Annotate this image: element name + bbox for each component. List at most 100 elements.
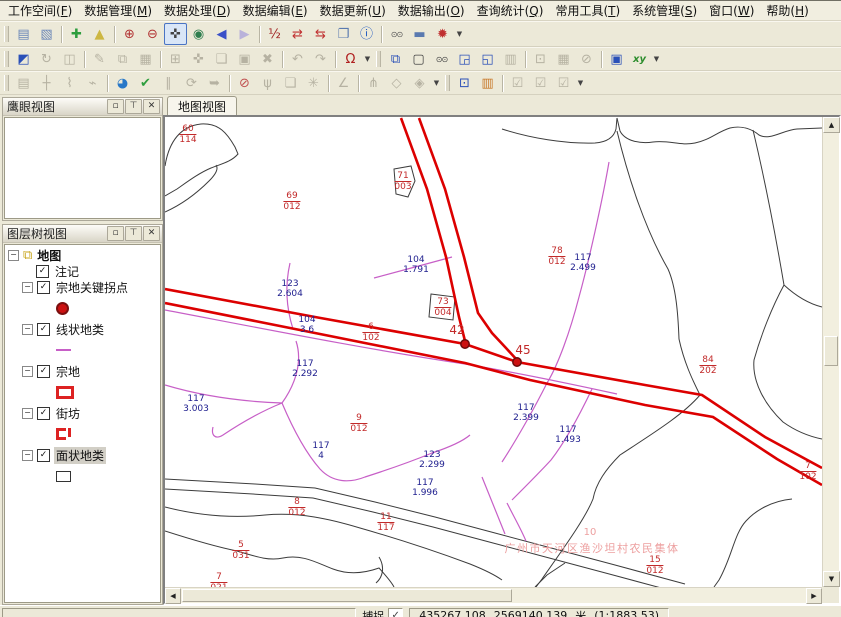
layer-label[interactable]: 注记 <box>53 263 81 280</box>
arc-flow-button[interactable]: ➥ <box>203 72 226 94</box>
new-map-document-button[interactable]: ▤ <box>12 23 35 45</box>
map-canvas[interactable]: 601146901271003780121172.499730046102424… <box>165 117 822 587</box>
menu-item-M[interactable]: 数据管理(M) <box>78 1 158 20</box>
menu-item-F[interactable]: 工作空间(F) <box>2 1 78 20</box>
open-map-document-button[interactable]: ▧ <box>35 23 58 45</box>
zoom-in-button[interactable]: ⊕ <box>118 23 141 45</box>
layer-checkbox[interactable]: ✓ <box>36 265 49 278</box>
topology-rebuild-button[interactable]: ◕ <box>111 72 134 94</box>
horizontal-scroll-thumb[interactable] <box>182 589 512 602</box>
zoom-to-layer-button[interactable]: ◱ <box>476 48 499 70</box>
sketch-pencil-button[interactable]: ✎ <box>88 48 111 70</box>
menu-item-Q[interactable]: 查询统计(Q) <box>471 1 550 20</box>
menu-item-S[interactable]: 系统管理(S) <box>626 1 703 20</box>
polyline-trace-button[interactable]: ∠ <box>332 72 355 94</box>
vertical-scroll-thumb[interactable] <box>824 336 838 366</box>
select-features-button[interactable]: ◩ <box>12 48 35 70</box>
layer-checkbox[interactable]: ✓ <box>37 365 50 378</box>
copy-feature-button[interactable]: ❏ <box>210 48 233 70</box>
layer-checkbox[interactable]: ✓ <box>37 323 50 336</box>
apply-to-window-2-button[interactable]: ☑ <box>529 72 552 94</box>
attribute-table-button[interactable]: ▦ <box>134 48 157 70</box>
explode-entity-button[interactable]: ✳ <box>302 72 325 94</box>
undo-button[interactable]: ↶ <box>286 48 309 70</box>
previous-view-button[interactable]: ◀ <box>210 23 233 45</box>
map-display-button[interactable]: ▲ <box>88 23 111 45</box>
zoom-to-selection-button[interactable]: ◲ <box>453 48 476 70</box>
fixed-scale-button[interactable]: ½ <box>263 23 286 45</box>
apply-to-window-1-button[interactable]: ☑ <box>506 72 529 94</box>
snap-cross-button[interactable]: ┼ <box>35 72 58 94</box>
rotate-anchor-button[interactable]: ⟳ <box>180 72 203 94</box>
move-feature-button[interactable]: ✜ <box>187 48 210 70</box>
layer-label[interactable]: 线状地类 <box>54 321 106 338</box>
refresh-redraw-button[interactable]: ⇄ <box>286 23 309 45</box>
clear-selection-button[interactable]: ⊘ <box>575 48 598 70</box>
menu-item-H[interactable]: 帮助(H) <box>760 1 814 20</box>
delete-feature-button[interactable]: ✖ <box>256 48 279 70</box>
close-icon[interactable]: ✕ <box>143 99 160 114</box>
menu-item-W[interactable]: 窗口(W) <box>703 1 760 20</box>
info-identify-button[interactable]: ⓘ <box>355 23 378 45</box>
pan-tool-button[interactable]: ✜ <box>164 23 187 45</box>
new-data-window-button[interactable]: ▥ <box>499 48 522 70</box>
map-view-window-button[interactable]: ▣ <box>605 48 628 70</box>
toolbar-overflow-icon[interactable]: ▼ <box>362 49 373 69</box>
layer-checkbox[interactable]: ✓ <box>37 281 50 294</box>
expander-icon[interactable]: − <box>8 250 19 261</box>
eagle-eye-view[interactable] <box>4 117 161 219</box>
copy-view-button[interactable]: ❐ <box>332 23 355 45</box>
edit-region-nodes-button[interactable]: ⌁ <box>81 72 104 94</box>
expander-icon[interactable]: − <box>22 450 33 461</box>
menu-item-E[interactable]: 数据编辑(E) <box>237 1 314 20</box>
next-view-button[interactable]: ▶ <box>233 23 256 45</box>
paste-feature-button[interactable]: ▣ <box>233 48 256 70</box>
snapping-magnet-button[interactable]: Ω <box>339 48 362 70</box>
parallel-lines-button[interactable]: ∥ <box>157 72 180 94</box>
expander-icon[interactable]: − <box>22 408 33 419</box>
clip-region-button[interactable]: ⊘ <box>233 72 256 94</box>
toolbar-overflow-icon[interactable]: ▼ <box>651 49 662 69</box>
scroll-up-icon[interactable]: ▲ <box>823 117 840 133</box>
output-layout-button[interactable]: ▤ <box>12 72 35 94</box>
xy-coordinate-locate-button[interactable]: xy <box>628 48 651 70</box>
save-edits-button[interactable]: ◫ <box>58 48 81 70</box>
node-chain-button[interactable]: ⋔ <box>362 72 385 94</box>
tab-map-view[interactable]: 地图视图 <box>167 96 237 115</box>
restore-icon[interactable]: ▫ <box>107 226 124 241</box>
polygon-vertices-button[interactable]: ◈ <box>408 72 431 94</box>
zoom-out-button[interactable]: ⊖ <box>141 23 164 45</box>
copy-attributes-button[interactable]: ❏ <box>279 72 302 94</box>
link-entities-button[interactable]: ψ <box>256 72 279 94</box>
layer-label[interactable]: 面状地类 <box>54 447 106 464</box>
cascade-windows-button[interactable]: ▥ <box>476 72 499 94</box>
layer-checkbox[interactable]: ✓ <box>37 449 50 462</box>
menu-item-T[interactable]: 常用工具(T) <box>549 1 626 20</box>
toolbar-overflow-icon[interactable]: ▼ <box>431 73 442 93</box>
pin-icon[interactable]: ⊤ <box>125 99 142 114</box>
apply-to-window-3-button[interactable]: ☑ <box>552 72 575 94</box>
update-view-button[interactable]: ⇆ <box>309 23 332 45</box>
layer-label[interactable]: 街坊 <box>54 405 82 422</box>
annotation-stamp-button[interactable]: ✹ <box>431 23 454 45</box>
query-find-button[interactable]: ⊙⊙ <box>430 48 453 70</box>
scroll-left-icon[interactable]: ◀ <box>165 588 181 604</box>
region-apply-button[interactable]: ✔ <box>134 72 157 94</box>
layer-control-button[interactable]: ⧉ <box>384 48 407 70</box>
scroll-right-icon[interactable]: ▶ <box>806 588 822 604</box>
expander-icon[interactable]: − <box>22 324 33 335</box>
toolbar-overflow-icon[interactable]: ▼ <box>575 73 586 93</box>
expander-icon[interactable]: − <box>22 282 33 293</box>
restore-icon[interactable]: ▫ <box>107 99 124 114</box>
snap-checkbox[interactable]: ✓ <box>388 608 403 617</box>
measure-ruler-button[interactable]: ▬ <box>408 23 431 45</box>
layer-label[interactable]: 宗地 <box>54 363 82 380</box>
zoom-browse-window-button[interactable]: ⊡ <box>453 72 476 94</box>
layer-checkbox[interactable]: ✓ <box>37 407 50 420</box>
redo-button[interactable]: ↷ <box>309 48 332 70</box>
polygon-move-button[interactable]: ◇ <box>385 72 408 94</box>
horizontal-scrollbar[interactable]: ◀ ▶ <box>165 587 822 603</box>
menu-item-U[interactable]: 数据更新(U) <box>314 1 392 20</box>
add-data-button[interactable]: ✚ <box>65 23 88 45</box>
vertical-scrollbar[interactable]: ▲ ▼ <box>822 117 839 587</box>
